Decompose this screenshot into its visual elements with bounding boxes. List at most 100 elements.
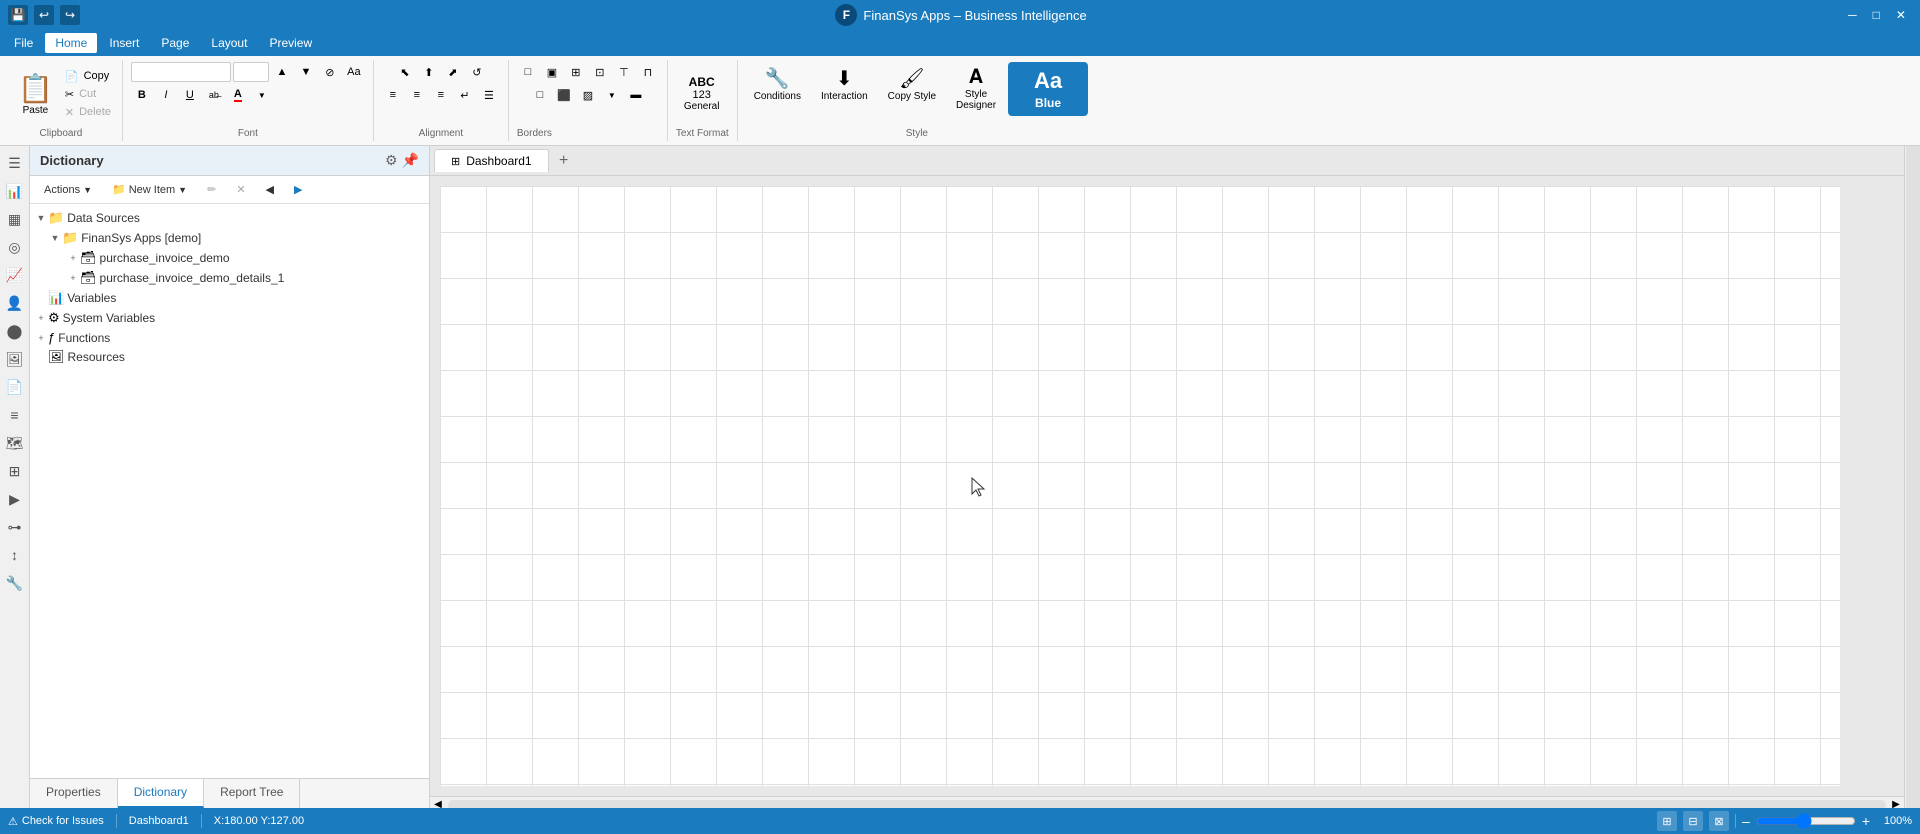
border-all-button[interactable]: □: [517, 62, 539, 82]
delete-button[interactable]: Delete: [76, 104, 114, 120]
sidebar-image-icon[interactable]: 🖼: [2, 346, 28, 372]
align-right-button[interactable]: ≡: [430, 85, 452, 105]
canvas-tab-dashboard1[interactable]: ⊞ Dashboard1: [434, 149, 549, 172]
datasources-expand-icon[interactable]: ▼: [34, 211, 48, 225]
sidebar-list-icon[interactable]: ≡: [2, 402, 28, 428]
border-thick-button[interactable]: ⊓: [637, 62, 659, 82]
align-left-button[interactable]: ≡: [382, 85, 404, 105]
font-color-button[interactable]: A: [227, 85, 249, 105]
dictionary-pin-icon[interactable]: 📌: [402, 152, 419, 169]
invoice-demo-item[interactable]: + 🗃 purchase_invoice_demo: [30, 248, 429, 268]
clear-format-icon[interactable]: ⊘: [319, 62, 341, 82]
check-issues-item[interactable]: ⚠ Check for Issues: [8, 815, 104, 828]
resources-item[interactable]: 🖼 Resources: [30, 347, 429, 367]
align-center-top-button[interactable]: ⬆: [418, 62, 440, 82]
align-left-status-button[interactable]: ⊞: [1657, 811, 1677, 831]
finansys-demo-item[interactable]: ▼ 📁 FinanSys Apps [demo]: [30, 228, 429, 248]
horizontal-scrollbar[interactable]: ◀ ▶: [430, 796, 1904, 808]
system-vars-expand-icon[interactable]: +: [34, 311, 48, 325]
maximize-icon[interactable]: □: [1867, 6, 1886, 24]
align-center-status-button[interactable]: ⊟: [1683, 811, 1703, 831]
zoom-minus-button[interactable]: –: [1742, 813, 1750, 829]
sidebar-person-icon[interactable]: 👤: [2, 290, 28, 316]
actions-dropdown-button[interactable]: Actions ▼: [36, 181, 100, 199]
invoice-details-item[interactable]: + 🗃 purchase_invoice_demo_details_1: [30, 268, 429, 288]
current-style-button[interactable]: Aa Blue: [1008, 62, 1088, 116]
align-right-top-button[interactable]: ⬈: [442, 62, 464, 82]
invoice-demo-expand-icon[interactable]: +: [66, 251, 80, 265]
underline-button[interactable]: U: [179, 85, 201, 105]
sidebar-kpi-icon[interactable]: 📈: [2, 262, 28, 288]
conditions-button[interactable]: 🔧 Conditions: [746, 62, 809, 106]
sidebar-reports-icon[interactable]: ☰: [2, 150, 28, 176]
align-right-status-button[interactable]: ⊠: [1709, 811, 1729, 831]
align-left-top-button[interactable]: ⬉: [394, 62, 416, 82]
indent-button[interactable]: ↵: [454, 85, 476, 105]
functions-expand-icon[interactable]: +: [34, 331, 48, 345]
delete-dict-button[interactable]: ✕: [228, 180, 253, 199]
sidebar-gauge-icon[interactable]: ◎: [2, 234, 28, 260]
cut-button[interactable]: Cut: [76, 86, 99, 102]
interaction-button[interactable]: ⬇ Interaction: [813, 62, 876, 106]
menu-preview[interactable]: Preview: [259, 33, 322, 53]
sidebar-chart-icon[interactable]: 📊: [2, 178, 28, 204]
menu-page[interactable]: Page: [151, 33, 199, 53]
datasources-item[interactable]: ▼ 📁 Data Sources: [30, 208, 429, 228]
fill-arrow[interactable]: ▼: [601, 85, 623, 105]
border-color-button[interactable]: ⬛: [553, 85, 575, 105]
text-format-button[interactable]: ABC 123 General: [676, 72, 728, 116]
sidebar-map-icon[interactable]: 🗺: [2, 430, 28, 456]
sidebar-table-icon[interactable]: ▦: [2, 206, 28, 232]
system-vars-item[interactable]: + ⚙ System Variables: [30, 308, 429, 328]
font-size-input[interactable]: [233, 62, 269, 82]
style-designer-button[interactable]: 𝐀 StyleDesigner: [948, 62, 1004, 115]
tab-report-tree[interactable]: Report Tree: [204, 779, 300, 808]
sidebar-circle-icon[interactable]: ⬤: [2, 318, 28, 344]
border-none-button[interactable]: ⊡: [589, 62, 611, 82]
bold-button[interactable]: B: [131, 85, 153, 105]
font-size-down-icon[interactable]: ▼: [295, 62, 317, 82]
functions-item[interactable]: + ƒ Functions: [30, 328, 429, 347]
new-item-dropdown-button[interactable]: 📁 New Item ▼: [104, 180, 195, 199]
nav-left-button[interactable]: ◀: [258, 180, 282, 199]
scroll-track[interactable]: [448, 800, 1886, 809]
tab-properties[interactable]: Properties: [30, 779, 118, 808]
finansys-demo-expand-icon[interactable]: ▼: [48, 231, 62, 245]
fill-color-button[interactable]: ▨: [577, 85, 599, 105]
add-tab-button[interactable]: +: [553, 150, 575, 172]
sidebar-arrow-icon[interactable]: ▶: [2, 486, 28, 512]
dictionary-settings-icon[interactable]: ⚙: [385, 152, 398, 169]
font-family-input[interactable]: [131, 62, 231, 82]
scroll-right-arrow[interactable]: ▶: [1888, 797, 1904, 809]
redo-icon[interactable]: ↪: [60, 5, 80, 25]
close-icon[interactable]: ✕: [1890, 6, 1912, 24]
zoom-slider[interactable]: [1756, 813, 1856, 829]
tab-dictionary[interactable]: Dictionary: [118, 779, 204, 808]
border-inner-button[interactable]: ⊞: [565, 62, 587, 82]
strikethrough-button[interactable]: ab̶: [203, 85, 225, 105]
underline-style-button[interactable]: ▬: [625, 85, 647, 105]
font-size-up-icon[interactable]: ▲: [271, 62, 293, 82]
font-color-arrow[interactable]: ▼: [251, 85, 273, 105]
variables-item[interactable]: 📊 Variables: [30, 288, 429, 308]
sidebar-component-icon[interactable]: ⊞: [2, 458, 28, 484]
undo-icon[interactable]: ↩: [34, 5, 54, 25]
sidebar-datalabel-icon[interactable]: ⊶: [2, 514, 28, 540]
menu-home[interactable]: Home: [45, 33, 97, 53]
menu-insert[interactable]: Insert: [99, 33, 149, 53]
border-outer-button[interactable]: ▣: [541, 62, 563, 82]
sidebar-tools-icon[interactable]: 🔧: [2, 570, 28, 596]
menu-layout[interactable]: Layout: [201, 33, 257, 53]
minimize-icon[interactable]: ─: [1842, 6, 1863, 24]
border-style-button[interactable]: □: [529, 85, 551, 105]
rotate-icon[interactable]: ↺: [466, 62, 488, 82]
text-effect-icon[interactable]: Aa: [343, 62, 365, 82]
canvas-scroll[interactable]: ◀ ▶: [430, 176, 1904, 808]
sidebar-cursor-icon[interactable]: ↕: [2, 542, 28, 568]
border-top-button[interactable]: ⊤: [613, 62, 635, 82]
list-button[interactable]: ☰: [478, 85, 500, 105]
save-icon[interactable]: 💾: [8, 5, 28, 25]
invoice-details-expand-icon[interactable]: +: [66, 271, 80, 285]
menu-file[interactable]: File: [4, 33, 43, 53]
italic-button[interactable]: I: [155, 85, 177, 105]
